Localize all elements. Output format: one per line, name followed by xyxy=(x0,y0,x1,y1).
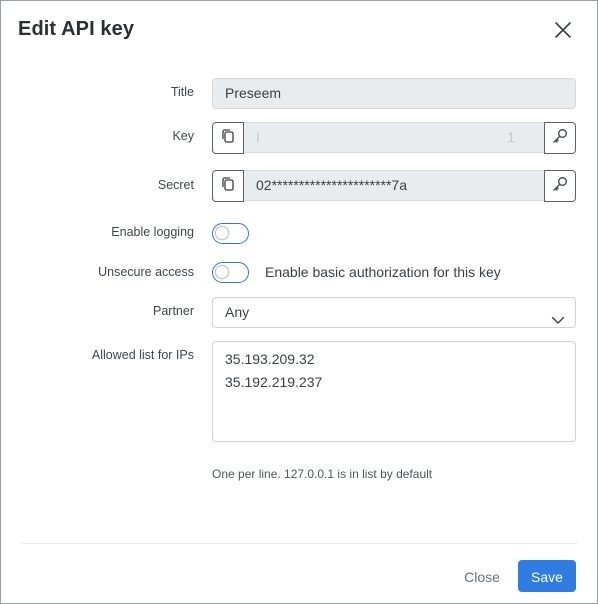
footer-divider xyxy=(22,543,577,544)
copy-icon xyxy=(220,128,236,149)
toggle-knob xyxy=(215,265,229,279)
key-field[interactable]: I 1 xyxy=(244,122,545,153)
copy-secret-button[interactable] xyxy=(212,170,244,202)
logging-toggle[interactable] xyxy=(212,223,249,244)
allowed-ips-textarea[interactable]: 35.193.209.32 35.192.219.237 xyxy=(212,341,576,442)
ip-line: 35.192.219.237 xyxy=(225,374,323,390)
secret-label: Secret xyxy=(157,178,194,192)
copy-icon xyxy=(220,176,236,197)
key-icon xyxy=(551,175,569,198)
ips-help-text: One per line. 127.0.0.1 is in list by de… xyxy=(212,467,433,481)
chevron-down-icon xyxy=(551,307,565,336)
ip-line: 35.193.209.32 xyxy=(225,351,315,367)
partner-selected-value: Any xyxy=(225,304,250,320)
edit-api-key-dialog: Edit API key Title Preseem Key I 1 Secre… xyxy=(0,0,598,604)
dialog-title: Edit API key xyxy=(18,18,135,40)
partner-select[interactable]: Any xyxy=(212,297,576,328)
partner-label: Partner xyxy=(153,304,194,318)
copy-key-button[interactable] xyxy=(212,122,244,154)
close-icon[interactable] xyxy=(551,18,575,42)
unsecure-description: Enable basic authorization for this key xyxy=(265,264,501,280)
unsecure-label: Unsecure access xyxy=(98,265,194,279)
key-label: Key xyxy=(172,129,194,143)
generate-key-button[interactable] xyxy=(544,122,576,154)
logging-label: Enable logging xyxy=(111,225,194,239)
generate-secret-button[interactable] xyxy=(544,170,576,202)
dialog-header: Edit API key xyxy=(1,1,597,61)
title-label: Title xyxy=(170,85,194,99)
ips-label: Allowed list for IPs xyxy=(91,348,194,362)
key-value-start: I xyxy=(256,129,260,145)
save-button[interactable]: Save xyxy=(518,560,576,592)
unsecure-toggle[interactable] xyxy=(212,262,249,283)
title-field[interactable]: Preseem xyxy=(212,78,576,109)
toggle-knob xyxy=(215,226,229,240)
key-icon xyxy=(551,127,569,150)
key-value-end: 1 xyxy=(507,129,515,145)
close-button[interactable]: Close xyxy=(453,561,511,592)
secret-field[interactable]: 02**********************7a xyxy=(244,170,545,201)
